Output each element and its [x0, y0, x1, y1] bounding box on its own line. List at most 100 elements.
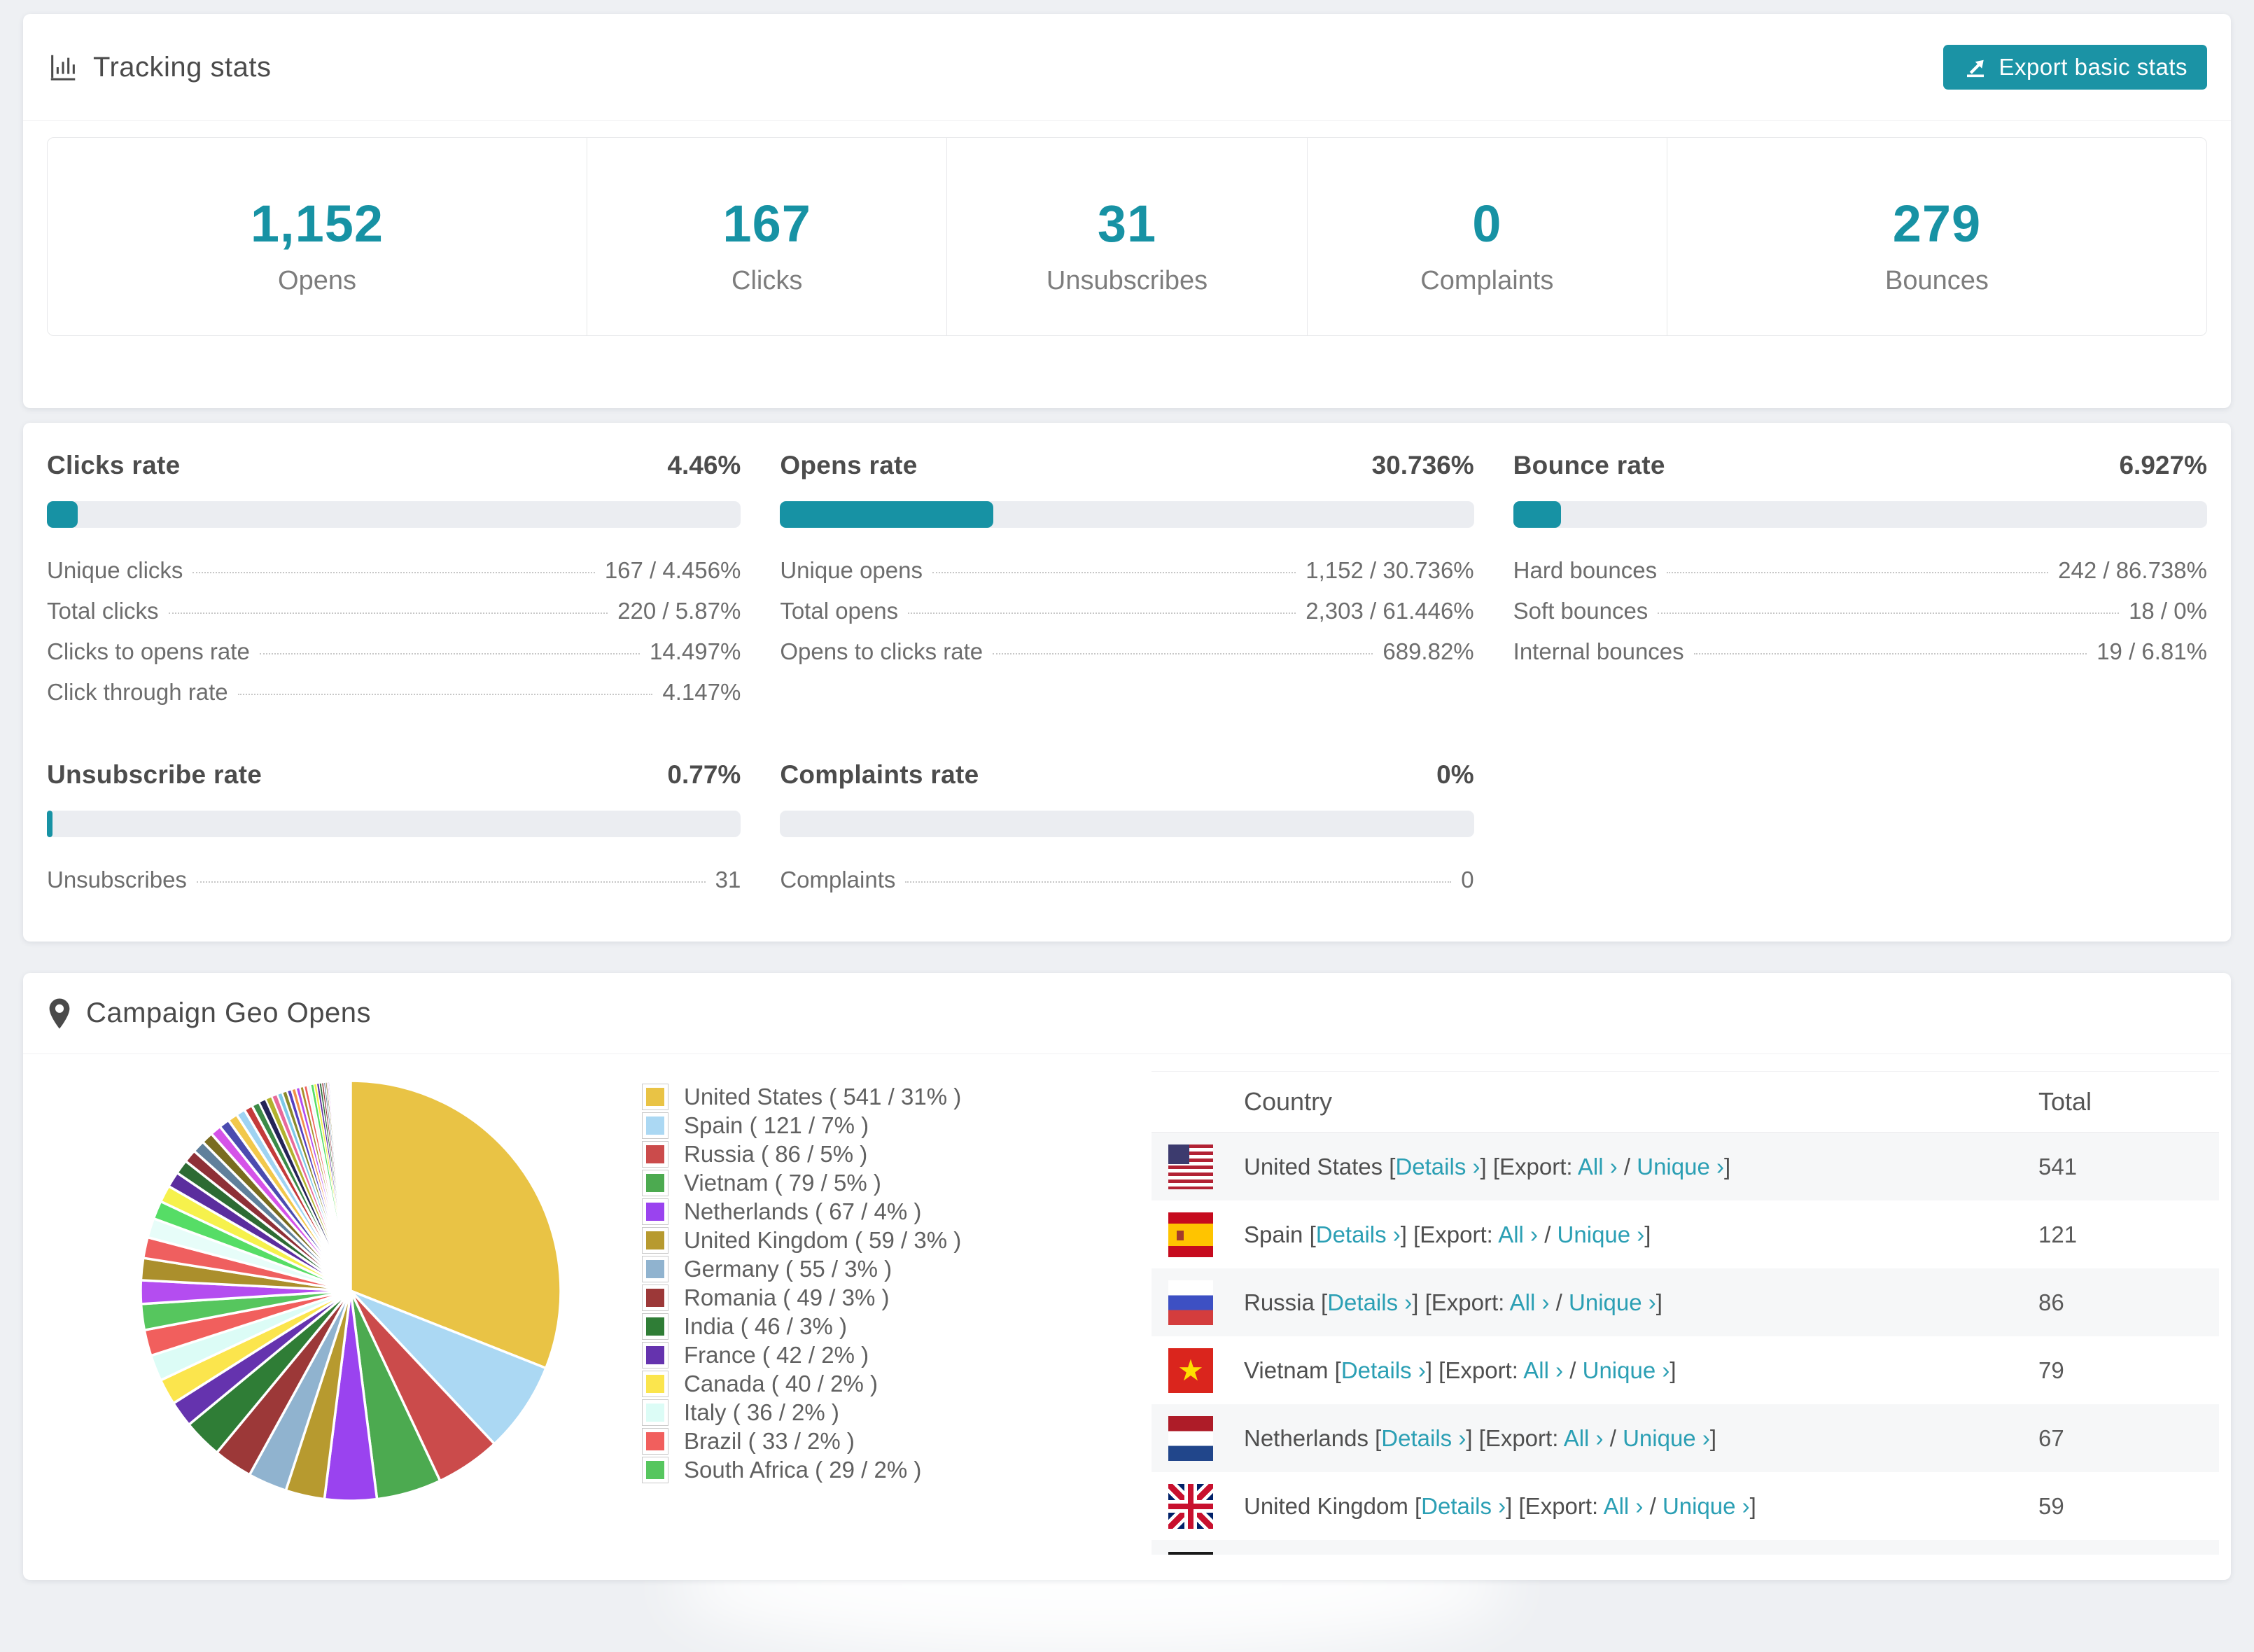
details-link-vietnam[interactable]: Details ›: [1341, 1357, 1426, 1383]
export-all-link-vietnam[interactable]: All ›: [1523, 1357, 1563, 1383]
geo-table-total-value: 541: [2038, 1153, 2078, 1180]
details-link-spain[interactable]: Details ›: [1316, 1222, 1401, 1247]
legend-item-germany[interactable]: Germany ( 55 / 3% ): [642, 1254, 961, 1283]
dotted-leader: [932, 572, 1296, 573]
dotted-leader: [168, 612, 608, 614]
summary-label: Bounces: [1885, 266, 1989, 295]
details-link-united-kingdom[interactable]: Details ›: [1421, 1493, 1506, 1519]
export-all-link-netherlands[interactable]: All ›: [1564, 1425, 1604, 1451]
export-all-link-spain[interactable]: All ›: [1498, 1222, 1538, 1247]
rate-detail-row: Soft bounces 18 / 0%: [1513, 598, 2207, 638]
rate-title: Clicks rate: [47, 451, 181, 479]
legend-label: South Africa ( 29 / 2% ): [684, 1456, 922, 1483]
legend-swatch-icon: [642, 1169, 668, 1196]
legend-item-vietnam[interactable]: Vietnam ( 79 / 5% ): [642, 1168, 961, 1197]
summary-value: 167: [722, 195, 811, 253]
summary-stat-opens: 1,152 Opens: [48, 138, 587, 335]
bracket-text: ] [Export:: [1480, 1153, 1578, 1180]
bar-chart-icon: [47, 51, 79, 83]
rate-detail-value: 18 / 0%: [2129, 598, 2207, 624]
legend-item-united-states[interactable]: United States ( 541 / 31% ): [642, 1082, 961, 1111]
rate-detail-rows: Unique opens 1,152 / 30.736% Total opens 2,…: [780, 557, 1474, 679]
legend-label: India ( 46 / 3% ): [684, 1312, 847, 1339]
dotted-leader: [1693, 653, 2087, 654]
rate-detail-row: Complaints 0: [780, 867, 1474, 907]
bracket-text: ] [Export:: [1425, 1357, 1524, 1383]
bracket-text: ]: [1723, 1153, 1731, 1180]
summary-label: Clicks: [732, 266, 803, 295]
rate-detail-rows: Hard bounces 242 / 86.738% Soft bounces 18 …: [1513, 557, 2207, 679]
export-unique-link-united-states[interactable]: Unique ›: [1637, 1154, 1724, 1180]
separator-text: /: [1603, 1424, 1623, 1451]
rate-title-row: Clicks rate 4.46%: [47, 451, 741, 480]
rate-detail-rows: Unique clicks 167 / 4.456% Total clicks 220…: [47, 557, 741, 720]
rate-title: Complaints rate: [780, 760, 979, 789]
legend-item-canada[interactable]: Canada ( 40 / 2% ): [642, 1369, 961, 1398]
country-links: Vietnam [Details ›] [Export: All › / Uni…: [1244, 1357, 1676, 1384]
country-name: Russia [: [1244, 1289, 1328, 1315]
legend-item-france[interactable]: France ( 42 / 2% ): [642, 1340, 961, 1369]
details-link-united-states[interactable]: Details ›: [1395, 1154, 1480, 1180]
export-unique-link-united-kingdom[interactable]: Unique ›: [1662, 1493, 1750, 1519]
country-links: Netherlands [Details ›] [Export: All › /…: [1244, 1425, 1716, 1452]
rate-detail-row: Click through rate 4.147%: [47, 679, 741, 720]
legend-swatch-icon: [642, 1198, 668, 1225]
rate-percent: 0%: [1436, 760, 1474, 789]
summary-value: 279: [1892, 195, 1982, 253]
legend-label: Netherlands ( 67 / 4% ): [684, 1198, 922, 1224]
legend-label: United Kingdom ( 59 / 3% ): [684, 1226, 962, 1253]
rate-detail-value: 4.147%: [662, 679, 741, 705]
geo-header: Campaign Geo Opens: [23, 973, 2231, 1054]
legend-item-netherlands[interactable]: Netherlands ( 67 / 4% ): [642, 1197, 961, 1226]
details-link-netherlands[interactable]: Details ›: [1381, 1425, 1466, 1451]
rate-detail-label: Click through rate: [47, 679, 228, 705]
rate-detail-row: Unsubscribes 31: [47, 867, 741, 907]
dotted-leader: [192, 572, 595, 573]
legend-item-united-kingdom[interactable]: United Kingdom ( 59 / 3% ): [642, 1226, 961, 1254]
legend-item-brazil[interactable]: Brazil ( 33 / 2% ): [642, 1427, 961, 1455]
bracket-text: ] [Export:: [1412, 1289, 1510, 1315]
export-unique-link-russia[interactable]: Unique ›: [1569, 1289, 1656, 1315]
legend-item-south-africa[interactable]: South Africa ( 29 / 2% ): [642, 1455, 961, 1484]
country-links: Russia [Details ›] [Export: All › / Uniq…: [1244, 1289, 1662, 1316]
bracket-text: ]: [1644, 1221, 1651, 1247]
export-all-link-russia[interactable]: All ›: [1510, 1289, 1550, 1315]
legend-swatch-icon: [642, 1083, 668, 1110]
geo-table-header-country: Country: [1244, 1087, 1333, 1116]
details-link-russia[interactable]: Details ›: [1327, 1289, 1412, 1315]
legend-item-italy[interactable]: Italy ( 36 / 2% ): [642, 1398, 961, 1427]
geo-table-country-cell: United Kingdom [Details ›] [Export: All …: [1152, 1483, 2038, 1529]
export-all-link-united-kingdom[interactable]: All ›: [1604, 1493, 1644, 1519]
summary-label: Complaints: [1420, 266, 1554, 295]
geo-pie-chart: [139, 1079, 562, 1502]
country-links: United Kingdom [Details ›] [Export: All …: [1244, 1493, 1756, 1520]
legend-label: France ( 42 / 2% ): [684, 1341, 869, 1368]
rate-detail-value: 31: [715, 867, 741, 892]
summary-stat-clicks: 167 Clicks: [587, 138, 948, 335]
legend-swatch-icon: [642, 1284, 668, 1311]
export-all-link-united-states[interactable]: All ›: [1578, 1154, 1618, 1180]
geo-table: Country Total United States [Details ›] …: [1152, 1071, 2219, 1555]
progress-bar-fill: [47, 501, 78, 528]
rate-detail-value: 2,303 / 61.446%: [1306, 598, 1474, 624]
legend-label: Brazil ( 33 / 2% ): [684, 1427, 855, 1454]
rate-detail-label: Hard bounces: [1513, 557, 1658, 583]
export-unique-link-spain[interactable]: Unique ›: [1558, 1222, 1645, 1247]
country-name: United States [: [1244, 1153, 1396, 1180]
legend-item-spain[interactable]: Spain ( 121 / 7% ): [642, 1111, 961, 1140]
legend-label: Russia ( 86 / 5% ): [684, 1140, 868, 1167]
dotted-leader: [905, 881, 1452, 883]
geo-table-row-germany: Germany [Details ›] [Export: All › / Uni…: [1152, 1540, 2219, 1555]
export-unique-link-netherlands[interactable]: Unique ›: [1623, 1425, 1710, 1451]
export-basic-stats-button[interactable]: Export basic stats: [1942, 45, 2207, 90]
tracking-stats-card: Tracking stats Export basic stats 1,152 O…: [23, 14, 2231, 408]
legend-item-india[interactable]: India ( 46 / 3% ): [642, 1312, 961, 1340]
export-unique-link-vietnam[interactable]: Unique ›: [1583, 1357, 1670, 1383]
legend-item-russia[interactable]: Russia ( 86 / 5% ): [642, 1140, 961, 1168]
rate-detail-value: 167 / 4.456%: [604, 557, 741, 583]
summary-stat-complaints: 0 Complaints: [1308, 138, 1667, 335]
separator-text: /: [1563, 1357, 1583, 1383]
dotted-leader: [1667, 572, 2049, 573]
legend-item-romania[interactable]: Romania ( 49 / 3% ): [642, 1283, 961, 1312]
geo-table-country-cell: Germany [Details ›] [Export: All › / Uni…: [1152, 1551, 2038, 1555]
